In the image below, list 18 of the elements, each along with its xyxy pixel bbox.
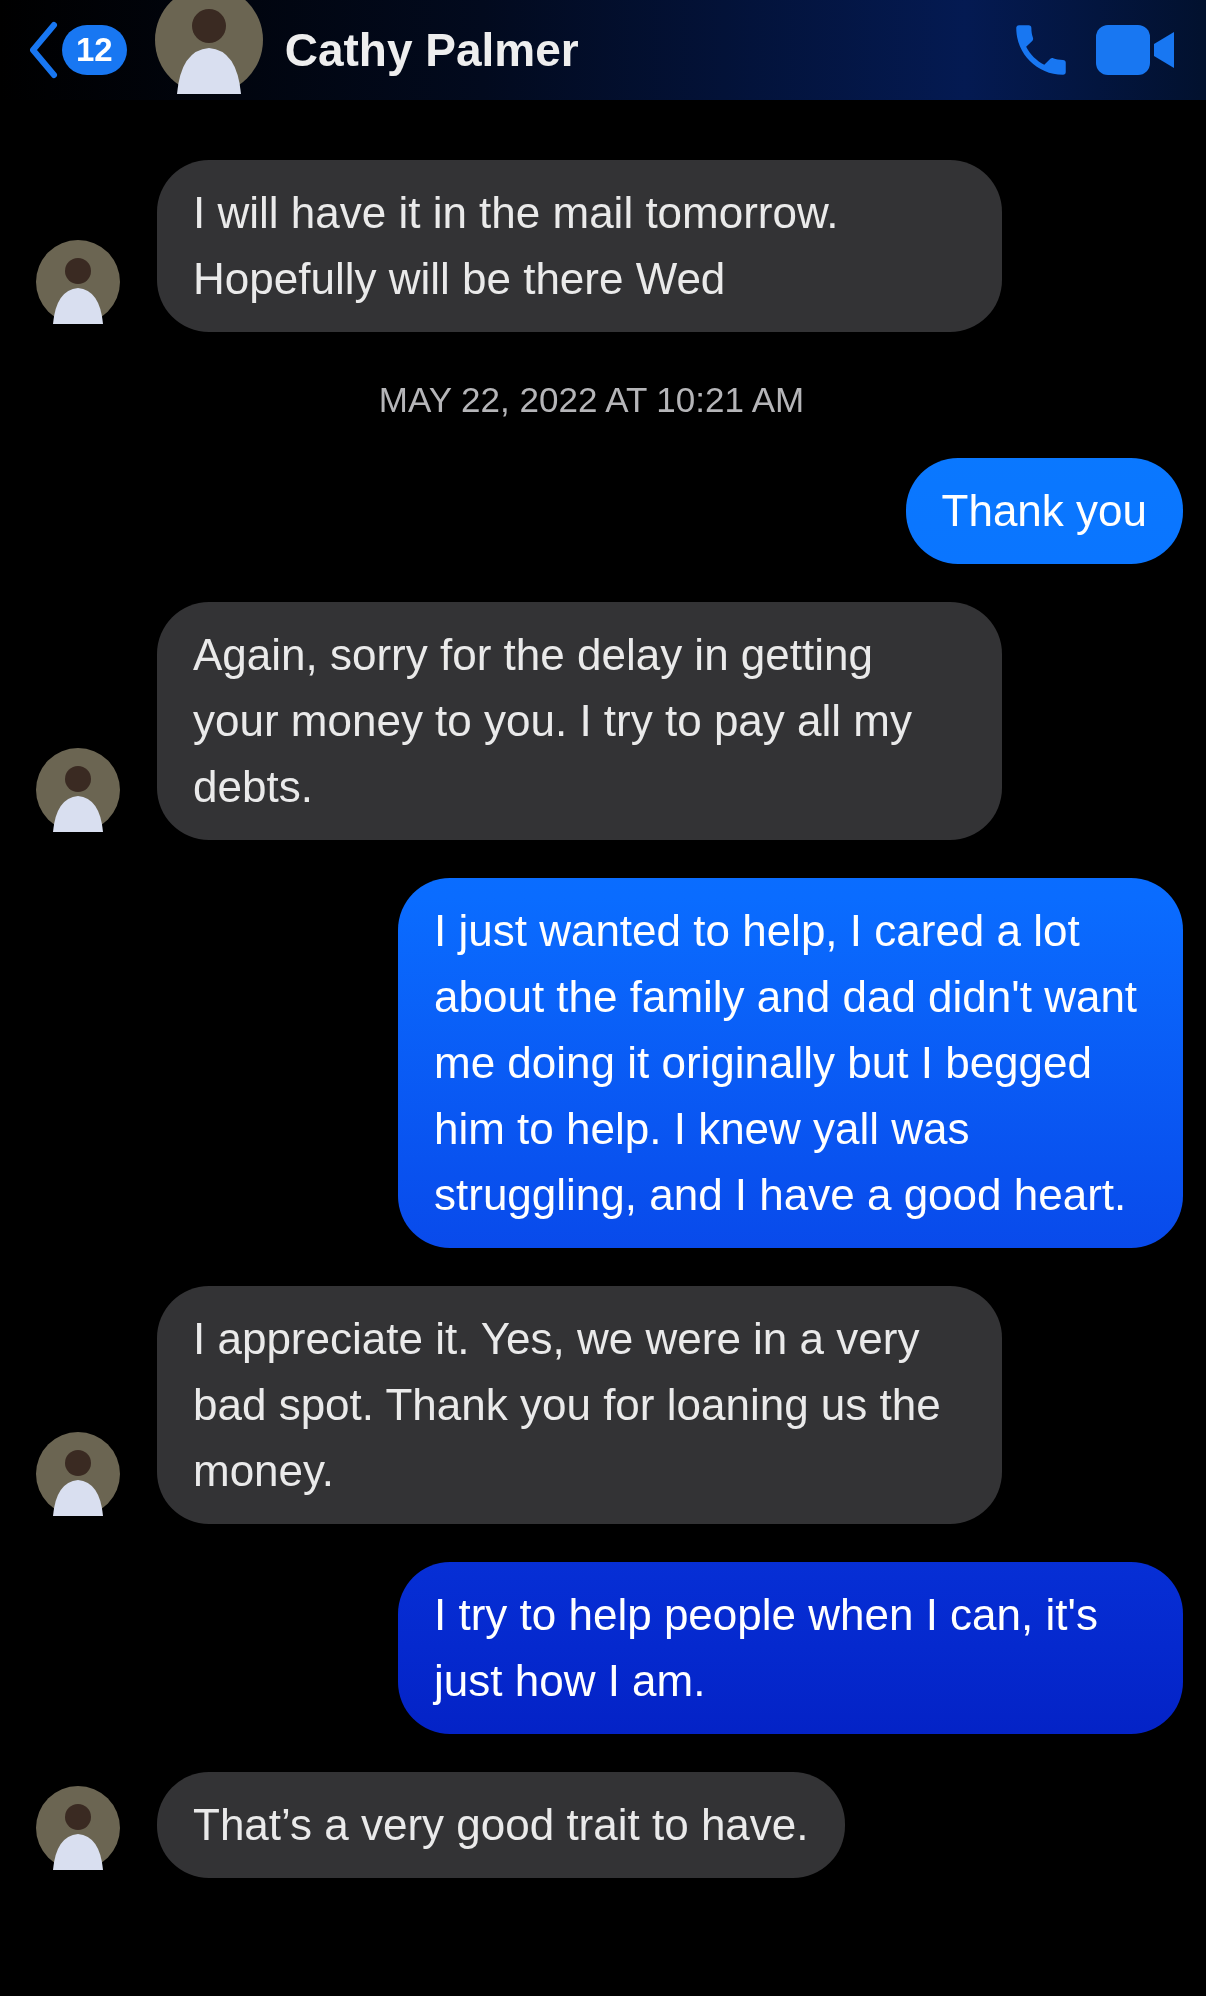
timestamp: MAY 22, 2022 AT 10:21 AM bbox=[377, 380, 806, 420]
contact-avatar[interactable] bbox=[154, 0, 263, 94]
sender-avatar[interactable] bbox=[36, 1786, 120, 1870]
contact-name: Cathy Palmer bbox=[284, 23, 579, 77]
back-button[interactable]: 12 bbox=[28, 21, 127, 79]
message-bubble: I just wanted to help, I cared a lot about the family and dad didn't want me doing it originally but I begged him to help. I knew yall was struggling, and I have a good heart. bbox=[398, 878, 1183, 1248]
message-bubble: That’s a very good trait to have. bbox=[157, 1772, 845, 1878]
unread-count: 12 bbox=[62, 25, 127, 75]
sender-avatar[interactable] bbox=[36, 748, 120, 832]
message-bubble: I try to help people when I can, it's just how I am. bbox=[398, 1562, 1183, 1734]
sender-avatar[interactable] bbox=[36, 1432, 120, 1516]
message-bubble: I appreciate it. Yes, we were in a very bad spot. Thank you for loaning us the money. bbox=[157, 1286, 1002, 1524]
back-chevron-icon bbox=[28, 21, 58, 79]
sender-avatar[interactable] bbox=[36, 240, 120, 324]
message-bubble: Thank you bbox=[905, 458, 1183, 564]
message-bubble: Again, sorry for the delay in getting your money to you. I try to pay all my debts. bbox=[157, 602, 1002, 840]
message-bubble: I will have it in the mail tomorrow. Hopefully will be there Wed bbox=[157, 160, 1002, 332]
video-camera-icon[interactable] bbox=[1096, 22, 1176, 78]
